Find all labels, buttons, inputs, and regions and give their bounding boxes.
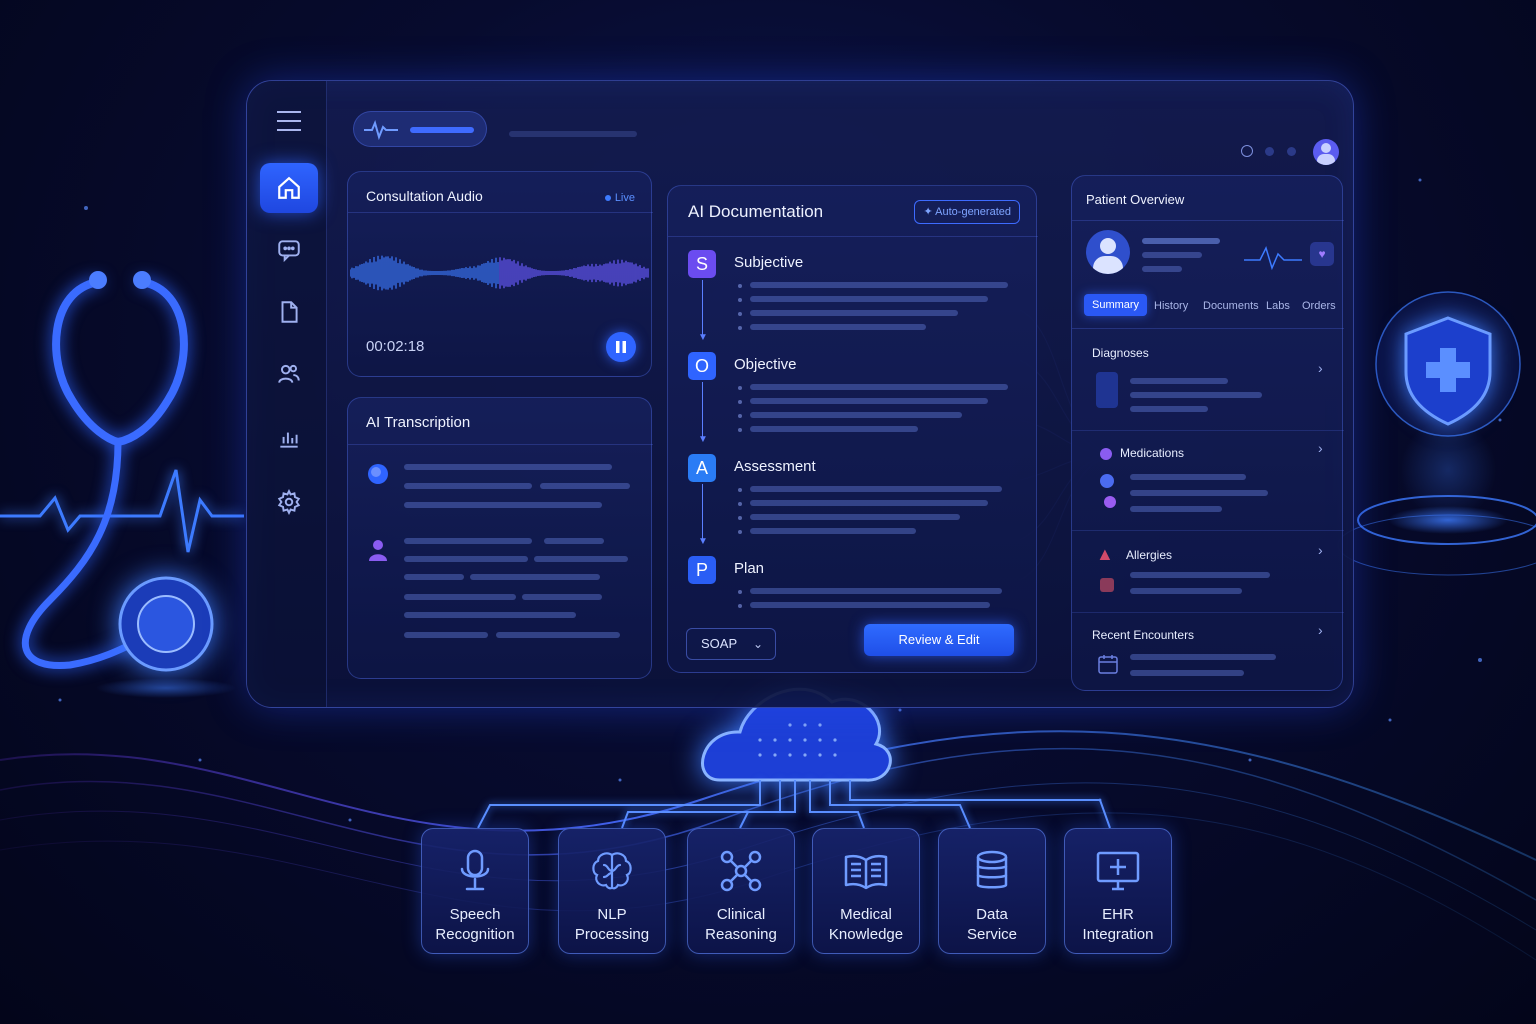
chevron-right-icon[interactable]: ›: [1318, 440, 1323, 456]
service-label: EHR Integration: [1082, 906, 1154, 943]
section-diagnoses[interactable]: Diagnoses: [1092, 346, 1149, 360]
panel-title: AI Documentation: [688, 202, 824, 221]
tab-documents[interactable]: Documents: [1203, 300, 1259, 312]
document-icon: [281, 301, 298, 323]
status-dot-icon: [1287, 147, 1296, 156]
patient-overview-panel: Patient Overview ♥ Summary History Docum…: [1071, 175, 1344, 691]
soap-section-subjective[interactable]: Subjective: [734, 254, 803, 271]
live-label: Live: [614, 192, 635, 204]
badge-label: Auto-generated: [935, 206, 1011, 218]
microphone-icon: [460, 849, 490, 891]
arrow-down-icon: ▼: [698, 332, 708, 343]
chevron-down-icon: ⌄: [752, 637, 763, 651]
tab-labs[interactable]: Labs: [1266, 300, 1290, 312]
soap-badge-p: P: [688, 556, 716, 584]
soap-section-objective[interactable]: Objective: [734, 356, 797, 373]
speaker-doctor-icon: [368, 464, 388, 484]
live-badge: Live: [604, 192, 635, 204]
sidebar-item-home[interactable]: [260, 163, 318, 213]
service-data-service[interactable]: Data Service: [938, 828, 1046, 954]
tab-orders[interactable]: Orders: [1302, 300, 1336, 312]
warning-icon: ▲: [1096, 544, 1114, 564]
review-edit-button[interactable]: Review & Edit: [864, 624, 1014, 656]
home-icon: [278, 176, 300, 199]
database-icon: [976, 850, 1008, 889]
format-select-value: SOAP: [701, 636, 738, 651]
section-recent-encounters[interactable]: Recent Encounters: [1092, 628, 1194, 642]
format-select[interactable]: SOAP ⌄: [686, 628, 776, 660]
arrow-down-icon: ▼: [698, 434, 708, 445]
network-icon: [720, 850, 762, 892]
sidebar-item-analytics[interactable]: [260, 413, 318, 463]
ai-documentation-panel: AI Documentation ✦ Auto-generated S Subj…: [667, 185, 1038, 673]
status-dot-icon[interactable]: [1241, 145, 1253, 157]
panel-title: Patient Overview: [1086, 192, 1185, 207]
service-clinical-reasoning[interactable]: Clinical Reasoning: [687, 828, 795, 954]
status-dot-icon: [1265, 147, 1274, 156]
capsule-icon: [1100, 474, 1114, 488]
soap-section-plan[interactable]: Plan: [734, 560, 764, 577]
audio-timer: 00:02:18: [366, 338, 425, 355]
chevron-right-icon[interactable]: ›: [1318, 360, 1323, 376]
consultation-audio-panel: Consultation Audio Live 00:02:18: [347, 171, 653, 377]
chevron-right-icon[interactable]: ›: [1318, 542, 1323, 558]
tab-summary[interactable]: Summary: [1084, 294, 1148, 316]
service-label: Speech Recognition: [435, 906, 515, 943]
pill-icon: [1100, 448, 1112, 460]
ai-transcription-panel: AI Transcription: [347, 397, 653, 679]
pulse-icon: [364, 120, 398, 141]
chart-icon: [280, 432, 298, 448]
service-medical-knowledge[interactable]: Medical Knowledge: [812, 828, 920, 954]
sidebar-item-settings[interactable]: [260, 477, 318, 527]
arrow-down-icon: ▼: [698, 536, 708, 547]
app-window: Consultation Audio Live 00:02:18 AI Tran…: [246, 80, 1354, 708]
calendar-icon: [1098, 655, 1118, 674]
audio-waveform: [350, 255, 649, 291]
service-label: NLP Processing: [574, 906, 650, 943]
section-medications[interactable]: Medications: [1120, 446, 1184, 460]
soap-section-assessment[interactable]: Assessment: [734, 458, 816, 475]
patient-user-icon: [369, 540, 387, 561]
sidebar-item-patients[interactable]: [260, 349, 318, 399]
capsule-icon: [1104, 496, 1116, 508]
users-icon: [278, 364, 300, 383]
service-nlp-processing[interactable]: NLP Processing: [558, 828, 666, 954]
section-allergies[interactable]: Allergies: [1126, 548, 1172, 562]
panel-title: Consultation Audio: [366, 188, 483, 204]
sidebar: [247, 81, 327, 707]
chat-icon: [278, 240, 300, 263]
service-label: Data Service: [966, 906, 1018, 943]
allergy-icon: [1100, 578, 1114, 592]
sidebar-item-chat[interactable]: [260, 225, 318, 275]
menu-icon[interactable]: [277, 111, 301, 133]
timeline-connector: [702, 280, 703, 338]
pause-icon: [616, 341, 626, 353]
topbar-placeholder: [509, 131, 637, 137]
service-ehr-integration[interactable]: EHR Integration: [1064, 828, 1172, 954]
brain-icon: [592, 852, 632, 890]
tab-history[interactable]: History: [1154, 300, 1188, 312]
soap-badge-o: O: [688, 352, 716, 380]
avatar[interactable]: [1313, 139, 1339, 165]
service-label: Clinical Reasoning: [705, 906, 777, 943]
soap-badge-a: A: [688, 454, 716, 482]
chevron-right-icon[interactable]: ›: [1318, 622, 1323, 638]
sparkle-icon: ✦: [923, 206, 933, 218]
heart-icon[interactable]: ♥: [1310, 242, 1334, 266]
patient-avatar: [1086, 230, 1130, 274]
heart-rate-icon: [1244, 245, 1302, 270]
auto-generated-badge: ✦ Auto-generated: [914, 200, 1020, 224]
sidebar-item-documents[interactable]: [260, 287, 318, 337]
service-speech-recognition[interactable]: Speech Recognition: [421, 828, 529, 954]
app-logo-pill[interactable]: [353, 111, 487, 147]
service-label: Medical Knowledge: [828, 906, 904, 943]
pause-button[interactable]: [606, 332, 636, 362]
monitor-plus-icon: [1096, 851, 1140, 891]
diagnosis-icon: [1096, 372, 1118, 408]
gear-icon: [277, 489, 301, 515]
soap-badge-s: S: [688, 250, 716, 278]
book-icon: [844, 854, 888, 890]
panel-title: AI Transcription: [366, 414, 471, 431]
